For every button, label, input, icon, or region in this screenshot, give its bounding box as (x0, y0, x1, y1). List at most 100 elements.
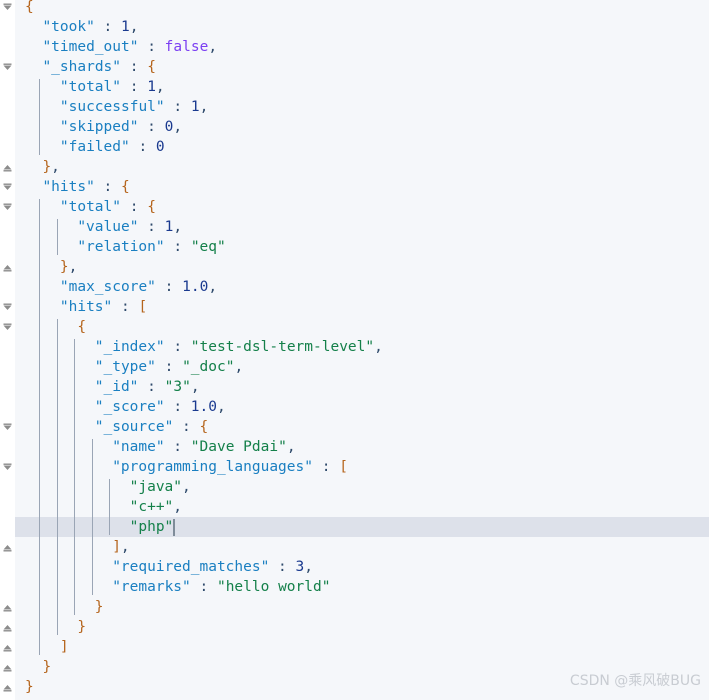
chevron-up-icon[interactable] (2, 662, 13, 673)
code-line[interactable]: "_shards" : { (42, 57, 156, 77)
code-token: , (173, 119, 183, 135)
code-line[interactable]: "php" (130, 517, 174, 537)
code-token: ] (59, 639, 69, 655)
chevron-down-icon[interactable] (2, 462, 13, 473)
code-token: "name" (112, 439, 165, 455)
chevron-down-icon[interactable] (2, 182, 13, 193)
code-line[interactable]: "took" : 1, (42, 17, 138, 37)
code-token: , (208, 39, 218, 55)
code-line[interactable]: "_score" : 1.0, (95, 397, 226, 417)
code-token: "timed_out" (42, 39, 139, 55)
code-token: "failed" (59, 139, 130, 155)
code-line[interactable]: "remarks" : "hello world" (112, 577, 330, 597)
code-token: "successful" (59, 99, 165, 115)
chevron-down-icon[interactable] (2, 322, 13, 333)
code-token: "3" (164, 379, 191, 395)
code-line[interactable]: "skipped" : 0, (60, 117, 182, 137)
code-line[interactable]: } (77, 617, 86, 637)
code-token: : (190, 579, 217, 595)
code-line[interactable]: "_source" : { (95, 417, 209, 437)
code-token: : (129, 139, 156, 155)
code-line[interactable]: "hits" : { (42, 177, 129, 197)
code-token: , (68, 259, 78, 275)
chevron-down-icon[interactable] (2, 62, 13, 73)
chevron-up-icon[interactable] (2, 642, 13, 653)
code-line[interactable]: "_index" : "test-dsl-term-level", (95, 337, 383, 357)
code-token: , (199, 99, 209, 115)
code-line[interactable]: "name" : "Dave Pdai", (112, 437, 295, 457)
code-token: "value" (77, 219, 139, 235)
code-token: "required_matches" (112, 559, 270, 575)
code-token: 1.0 (190, 399, 217, 415)
code-token: { (147, 199, 156, 215)
chevron-up-icon[interactable] (2, 542, 13, 553)
code-line[interactable]: "java", (130, 477, 191, 497)
json-code-editor[interactable]: { "took" : 1, "timed_out" : false, "_shards… (0, 0, 709, 700)
code-token: : (269, 559, 296, 575)
code-line[interactable]: "c++", (130, 497, 182, 517)
code-token: "_index" (94, 339, 165, 355)
code-line[interactable]: "total" : 1, (60, 77, 165, 97)
chevron-up-icon[interactable] (2, 622, 13, 633)
code-token: : (164, 239, 191, 255)
code-line[interactable]: "required_matches" : 3, (112, 557, 313, 577)
code-line[interactable]: }, (42, 157, 59, 177)
chevron-down-icon[interactable] (2, 422, 13, 433)
code-line[interactable]: "relation" : "eq" (77, 237, 225, 257)
code-token: : (164, 439, 191, 455)
code-token: , (286, 439, 296, 455)
code-token: , (182, 479, 191, 495)
code-token: : (164, 339, 191, 355)
code-token: , (304, 559, 313, 575)
chevron-down-icon[interactable] (2, 302, 13, 313)
code-token: } (77, 619, 87, 635)
code-line[interactable]: "value" : 1, (77, 217, 182, 237)
code-line[interactable]: { (25, 0, 34, 17)
code-line[interactable]: "_type" : "_doc", (95, 357, 243, 377)
code-token: "c++" (129, 499, 174, 515)
code-token: } (59, 259, 69, 275)
code-token: , (173, 219, 183, 235)
csdn-watermark: CSDN @乘风破BUG (569, 673, 701, 689)
code-token: { (121, 179, 130, 195)
code-token: { (147, 59, 156, 75)
code-token: "Dave Pdai" (190, 439, 287, 455)
code-line[interactable]: } (42, 657, 51, 677)
code-line[interactable]: "timed_out" : false, (42, 37, 217, 57)
code-token: 1 (147, 79, 156, 95)
chevron-up-icon[interactable] (2, 602, 13, 613)
code-line[interactable]: "programming_languages" : [ (112, 457, 348, 477)
code-content[interactable]: { "took" : 1, "timed_out" : false, "_shards… (0, 0, 709, 700)
code-token: , (190, 379, 200, 395)
code-token: : (120, 199, 148, 215)
code-line[interactable]: "_id" : "3", (95, 377, 200, 397)
code-token: } (94, 599, 104, 615)
chevron-up-icon[interactable] (2, 262, 13, 273)
code-line[interactable]: ] (60, 637, 69, 657)
code-token: { (77, 319, 87, 335)
code-token: : (120, 79, 148, 95)
code-token: "skipped" (59, 119, 139, 135)
code-token: : (121, 59, 148, 75)
code-line[interactable]: ], (112, 537, 129, 557)
code-token: , (51, 159, 60, 175)
code-line[interactable]: } (25, 677, 34, 697)
code-token: ] (112, 539, 121, 555)
code-token: [ (138, 299, 148, 315)
chevron-down-icon[interactable] (2, 202, 13, 213)
chevron-up-icon[interactable] (2, 162, 13, 173)
code-line[interactable]: } (95, 597, 104, 617)
chevron-up-icon[interactable] (2, 682, 13, 693)
code-line[interactable]: }, (60, 257, 77, 277)
chevron-down-icon[interactable] (2, 2, 13, 13)
code-token: , (120, 539, 130, 555)
code-line[interactable]: "max_score" : 1.0, (60, 277, 217, 297)
code-line[interactable]: "successful" : 1, (60, 97, 208, 117)
code-line[interactable]: { (77, 317, 86, 337)
code-token: { (25, 0, 34, 15)
code-line[interactable]: "hits" : [ (60, 297, 147, 317)
code-line[interactable]: "failed" : 0 (60, 137, 165, 157)
fold-gutter[interactable] (0, 0, 15, 700)
code-line[interactable]: "total" : { (60, 197, 156, 217)
code-token: { (199, 419, 209, 435)
